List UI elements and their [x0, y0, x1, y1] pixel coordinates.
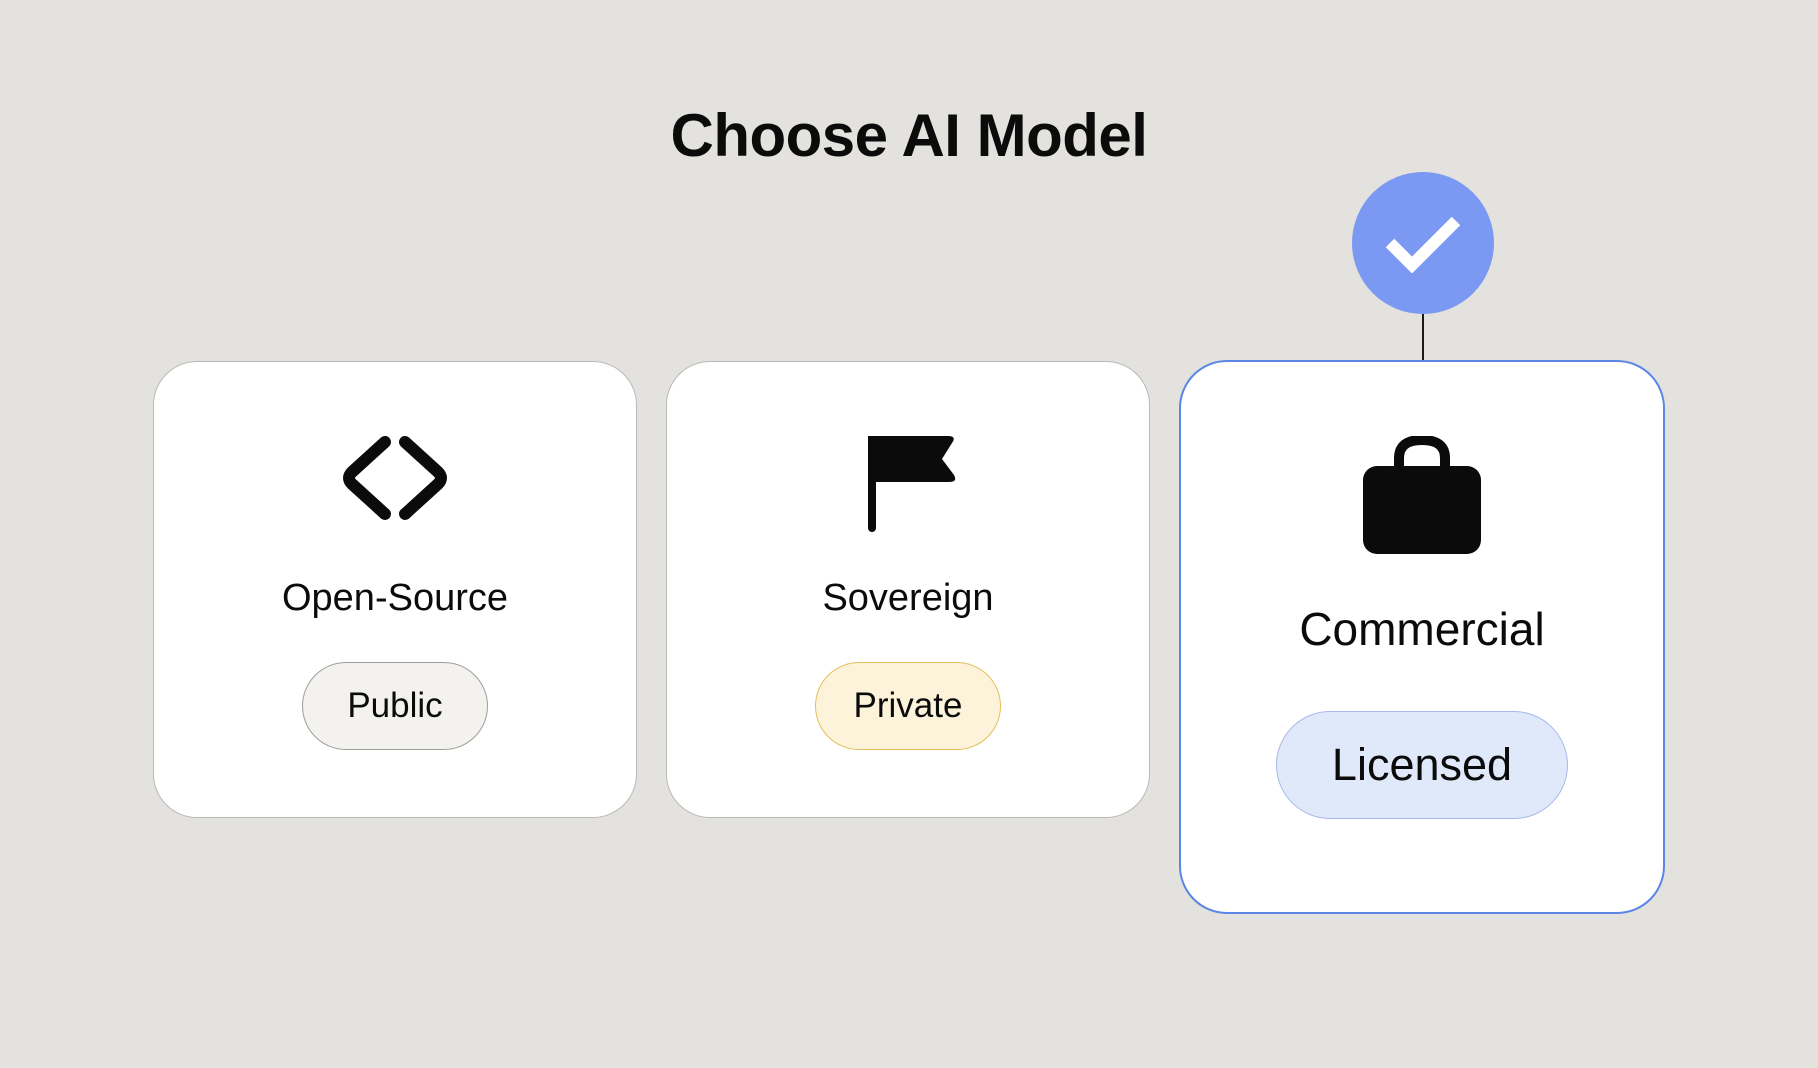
- model-chooser: Choose AI Model Open-Source Public Sover…: [0, 0, 1818, 1068]
- option-label: Commercial: [1299, 603, 1545, 655]
- badge-private: Private: [815, 662, 1001, 750]
- badge-licensed: Licensed: [1276, 711, 1568, 819]
- option-card-sovereign[interactable]: Sovereign Private: [666, 361, 1150, 818]
- selected-check-badge: [1352, 172, 1494, 314]
- checkmark-icon: [1384, 213, 1462, 274]
- option-card-commercial[interactable]: Commercial Licensed: [1179, 360, 1665, 914]
- option-label: Open-Source: [281, 577, 508, 619]
- briefcase-icon: [1362, 434, 1482, 556]
- page-title: Choose AI Model: [670, 102, 1148, 169]
- flag-icon: [856, 434, 960, 534]
- option-card-open-source[interactable]: Open-Source Public: [153, 361, 637, 818]
- selection-connector-line: [1422, 314, 1424, 362]
- badge-public: Public: [302, 662, 488, 750]
- code-brackets-icon: [335, 432, 455, 536]
- option-label: Sovereign: [822, 577, 994, 619]
